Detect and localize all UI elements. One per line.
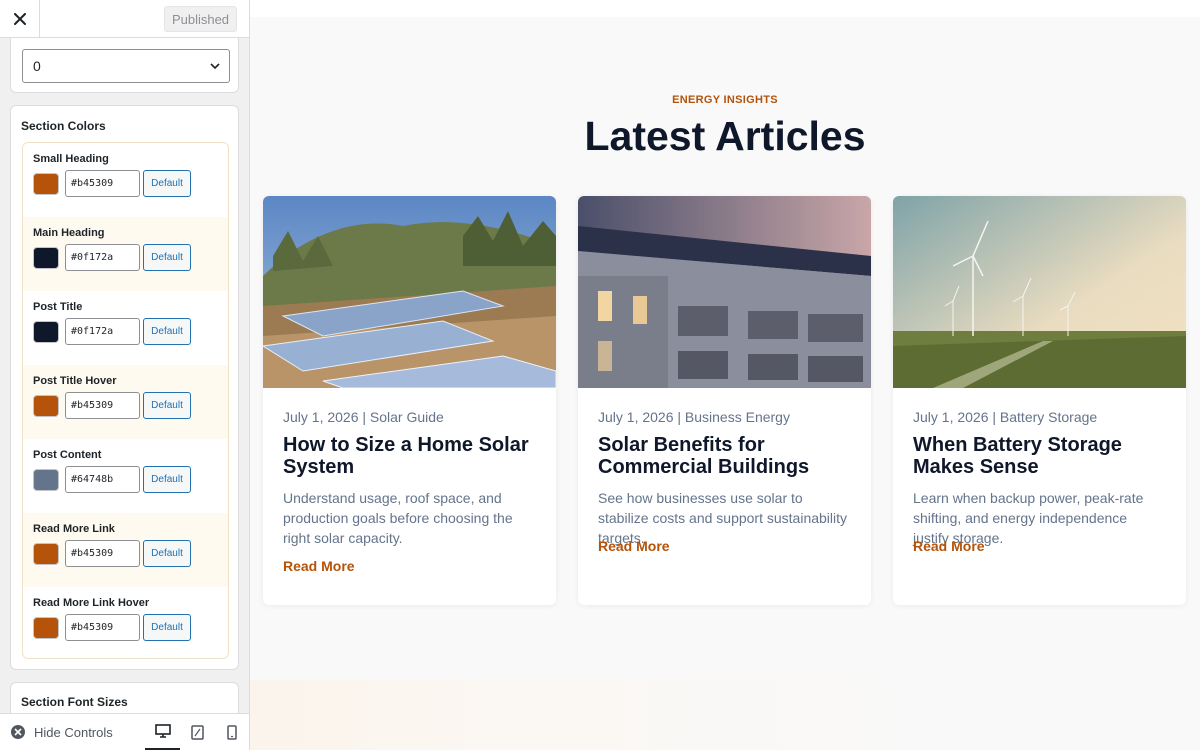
wind-turbines-image <box>893 196 1186 388</box>
color-setting-row: Post Title Hover #b45309 Default <box>23 365 228 439</box>
color-setting-row: Small Heading #b45309 Default <box>23 143 228 217</box>
color-settings-list: Small Heading #b45309 Default Main Heading #… <box>22 142 229 659</box>
publish-button[interactable]: Published <box>164 6 237 32</box>
site-preview: ENERGY INSIGHTS Latest Articles July 1, … <box>250 0 1200 750</box>
hex-input[interactable]: #b45309 <box>65 540 140 567</box>
color-setting-row: Read More Link Hover #b45309 Default <box>23 587 228 658</box>
commercial-building-image <box>578 196 871 388</box>
read-more-link[interactable]: Read More <box>598 538 670 554</box>
section-colors-panel: Section Colors Small Heading #b45309 Defau… <box>10 105 239 670</box>
default-button[interactable]: Default <box>143 614 191 641</box>
color-swatch[interactable] <box>33 321 59 343</box>
next-section-preview <box>250 680 1200 750</box>
read-more-link[interactable]: Read More <box>913 538 985 554</box>
preview-tablet-button[interactable] <box>180 714 215 750</box>
hex-input[interactable]: #64748b <box>65 466 140 493</box>
color-setting-row: Main Heading #0f172a Default <box>23 217 228 291</box>
post-title[interactable]: Solar Benefits for Commercial Buildings <box>598 434 860 478</box>
preview-mobile-button[interactable] <box>214 714 249 750</box>
post-title[interactable]: How to Size a Home Solar System <box>283 434 545 478</box>
default-button[interactable]: Default <box>143 392 191 419</box>
color-swatch[interactable] <box>33 543 59 565</box>
post-meta: July 1, 2026 | Solar Guide <box>283 409 444 425</box>
default-button[interactable]: Default <box>143 244 191 271</box>
default-button[interactable]: Default <box>143 466 191 493</box>
color-setting-label: Read More Link <box>33 523 115 535</box>
color-setting-label: Post Title <box>33 301 83 313</box>
post-title[interactable]: When Battery Storage Makes Sense <box>913 434 1175 478</box>
color-swatch[interactable] <box>33 395 59 417</box>
hex-input[interactable]: #b45309 <box>65 392 140 419</box>
desktop-icon <box>154 724 171 738</box>
section-font-sizes-title: Section Font Sizes <box>21 695 128 709</box>
hex-input[interactable]: #0f172a <box>65 244 140 271</box>
small-heading: ENERGY INSIGHTS <box>672 94 778 106</box>
customizer-sidebar: Published 0 Section Colors Small Heading… <box>0 0 250 750</box>
color-swatch[interactable] <box>33 173 59 195</box>
customizer-topbar: Published <box>0 0 249 38</box>
default-button[interactable]: Default <box>143 170 191 197</box>
default-button[interactable]: Default <box>143 540 191 567</box>
color-swatch[interactable] <box>33 247 59 269</box>
read-more-link[interactable]: Read More <box>283 558 355 574</box>
collapse-icon <box>11 725 25 739</box>
hide-controls-button[interactable]: Hide Controls <box>10 724 113 740</box>
color-setting-row: Read More Link #b45309 Default <box>23 513 228 587</box>
color-setting-label: Post Content <box>33 449 102 461</box>
customizer-footer: Hide Controls <box>0 713 249 750</box>
hex-input[interactable]: #b45309 <box>65 614 140 641</box>
color-setting-label: Post Title Hover <box>33 375 117 387</box>
select-dropdown[interactable]: 0 <box>22 49 230 83</box>
color-setting-label: Small Heading <box>33 153 109 165</box>
preview-desktop-button[interactable] <box>145 714 180 750</box>
tablet-icon <box>191 725 204 740</box>
post-meta: July 1, 2026 | Business Energy <box>598 409 790 425</box>
color-swatch[interactable] <box>33 617 59 639</box>
preview-top-strip <box>250 0 1200 17</box>
mobile-icon <box>226 725 237 740</box>
color-setting-row: Post Title #0f172a Default <box>23 291 228 365</box>
color-setting-row: Post Content #64748b Default <box>23 439 228 513</box>
main-heading: Latest Articles <box>584 113 866 159</box>
solar-panels-field-image <box>263 196 556 388</box>
close-customizer-button[interactable] <box>0 0 40 38</box>
chevron-down-icon <box>210 63 220 70</box>
hex-input[interactable]: #b45309 <box>65 170 140 197</box>
post-meta: July 1, 2026 | Battery Storage <box>913 409 1098 425</box>
default-button[interactable]: Default <box>143 318 191 345</box>
post-card: July 1, 2026 | Battery Storage When Batt… <box>893 196 1186 605</box>
close-icon <box>13 13 26 25</box>
section-colors-title: Section Colors <box>21 119 106 133</box>
select-value: 0 <box>33 58 41 74</box>
hide-controls-label: Hide Controls <box>34 724 113 740</box>
color-setting-label: Main Heading <box>33 227 105 239</box>
color-setting-label: Read More Link Hover <box>33 597 150 609</box>
post-excerpt: Understand usage, roof space, and produc… <box>283 490 513 546</box>
post-card: July 1, 2026 | Business Energy Solar Ben… <box>578 196 871 605</box>
color-swatch[interactable] <box>33 469 59 491</box>
hex-input[interactable]: #0f172a <box>65 318 140 345</box>
post-card: July 1, 2026 | Solar Guide How to Size a… <box>263 196 556 605</box>
